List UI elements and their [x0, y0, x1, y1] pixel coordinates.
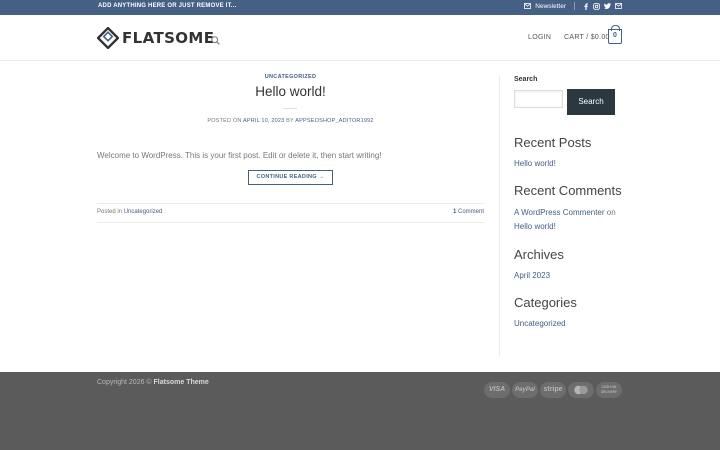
comment-on-text: on [606, 208, 616, 217]
meta-prefix: POSTED ON [207, 118, 242, 124]
sidebar-search-input[interactable] [514, 90, 563, 108]
cart-link[interactable]: CART / $0.00 [564, 34, 610, 41]
newsletter-link[interactable]: Newsletter [535, 3, 566, 10]
category-link[interactable]: Uncategorized [514, 319, 566, 328]
stripe-icon: stripe [540, 382, 566, 398]
meta-by: BY [286, 118, 294, 124]
login-link[interactable]: LOGIN [528, 34, 551, 41]
post-excerpt: Welcome to WordPress. This is your first… [97, 151, 382, 160]
recent-post-link[interactable]: Hello world! [514, 159, 556, 168]
copyright-brand-link[interactable]: Flatsome Theme [154, 379, 209, 386]
post-author-link[interactable]: APPSEOSHOP_ADITOR1992 [295, 118, 373, 124]
comments-count: 1 [452, 209, 457, 215]
visa-icon: VISA [484, 382, 510, 398]
archive-link[interactable]: April 2023 [514, 271, 550, 280]
mastercard-icon [568, 382, 594, 398]
posted-in: Posted in Uncategorized [97, 209, 162, 215]
divider [97, 203, 485, 204]
post-meta: POSTED ON APRIL 10, 2023 BY APPSEOSHOP_A… [98, 118, 483, 124]
sidebar-search-label: Search [514, 76, 538, 83]
instagram-icon[interactable] [593, 2, 600, 10]
sidebar-divider [499, 75, 500, 357]
recent-comments-heading: Recent Comments [514, 183, 622, 198]
copyright-prefix: Copyright 2026 © [97, 379, 152, 386]
mastercard-icon [574, 385, 588, 395]
categories-heading: Categories [514, 295, 577, 310]
envelope-icon[interactable] [615, 3, 622, 9]
cart-count: 0 [613, 32, 617, 39]
recent-posts-heading: Recent Posts [514, 135, 592, 150]
continue-reading-button[interactable]: CONTINUE READING → [248, 170, 333, 185]
header-search-button[interactable] [211, 32, 220, 50]
site-logo[interactable]: FLATSOME [97, 27, 214, 49]
divider [97, 222, 485, 223]
twitter-icon[interactable] [604, 3, 611, 9]
cash-on-delivery-icon: CASH ON DELIVERY [596, 382, 622, 398]
posted-in-prefix: Posted in [97, 209, 123, 215]
cart-count-icon[interactable]: 0 [608, 25, 622, 44]
copyright: Copyright 2026 © Flatsome Theme [97, 379, 209, 386]
title-divider [283, 108, 297, 109]
post-date-link[interactable]: APRIL 10, 2023 [243, 118, 284, 124]
facebook-icon[interactable] [583, 2, 589, 10]
recent-comment-item: A WordPress Commenter on [514, 208, 616, 217]
search-icon [211, 36, 220, 45]
paypal-icon: PayPal [512, 382, 538, 398]
top-bar-right: Newsletter [524, 2, 622, 10]
comments-link[interactable]: 1 Comment [453, 209, 484, 215]
post-category[interactable]: UNCATEGORIZED [98, 74, 483, 80]
post-title[interactable]: Hello world! [98, 84, 483, 99]
comment-post-link[interactable]: Hello world! [514, 222, 556, 231]
comments-label: Comment [457, 209, 484, 215]
logo-text: FLATSOME [122, 29, 215, 47]
comment-author-link[interactable]: A WordPress Commenter [514, 208, 605, 217]
logo-icon [97, 27, 119, 49]
top-bar: ADD ANYTHING HERE OR JUST REMOVE IT... N… [0, 0, 720, 15]
divider [574, 2, 575, 10]
mail-icon [524, 3, 532, 9]
sidebar-search-button[interactable]: Search [567, 89, 615, 115]
site-header: FLATSOME LOGIN CART / $0.00 0 [0, 15, 720, 61]
top-bar-message: ADD ANYTHING HERE OR JUST REMOVE IT... [98, 3, 237, 9]
posted-in-category-link[interactable]: Uncategorized [124, 209, 163, 215]
archives-heading: Archives [514, 247, 564, 262]
site-footer: Copyright 2026 © Flatsome Theme VISA Pay… [0, 372, 720, 450]
